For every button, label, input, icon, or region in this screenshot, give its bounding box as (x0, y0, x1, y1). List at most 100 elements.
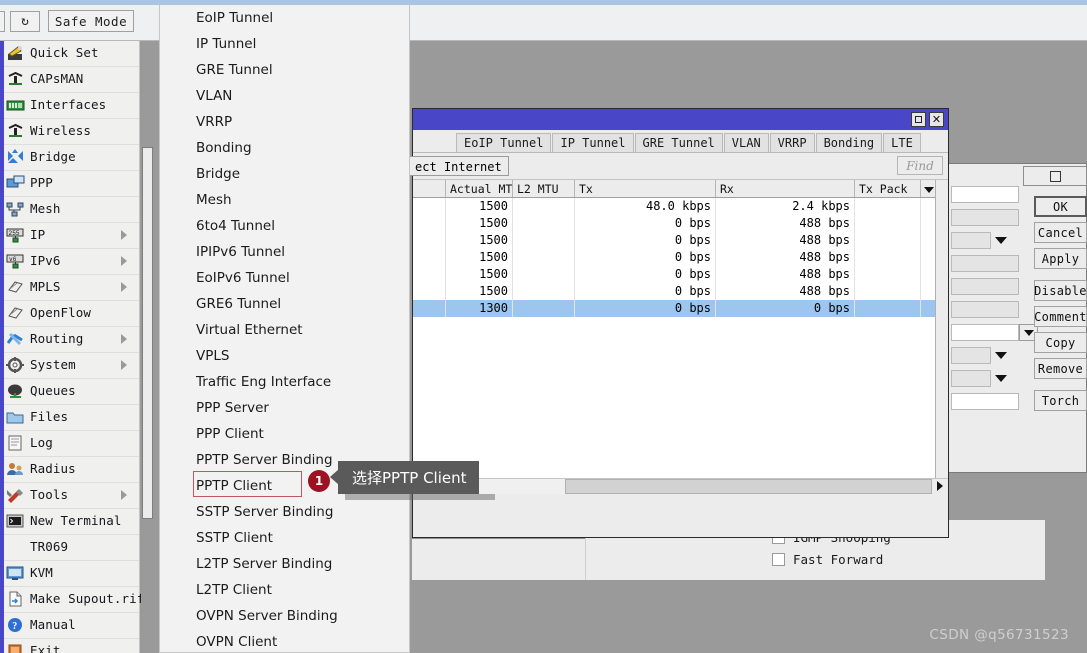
sidebar-item-tr069[interactable]: TR069 (0, 535, 139, 561)
tab-gre-tunnel[interactable]: GRE Tunnel (634, 133, 723, 152)
sidebar-item-mesh[interactable]: Mesh (0, 197, 139, 223)
table-row[interactable]: 1500 0 bps 488 bps (413, 249, 948, 266)
chevron-down-icon-2[interactable] (995, 352, 1007, 359)
checkbox-fast-forward[interactable]: Fast Forward (772, 552, 883, 567)
disable-button[interactable]: Disable (1034, 280, 1087, 301)
menu-item-ipipv6-tunnel[interactable]: IPIPv6 Tunnel (160, 239, 409, 265)
chevron-down-icon-3[interactable] (995, 375, 1007, 382)
remove-button[interactable]: Remove (1034, 358, 1087, 379)
connect-internet-button[interactable]: ect Internet (408, 156, 509, 176)
menu-item-6to4-tunnel[interactable]: 6to4 Tunnel (160, 213, 409, 239)
sidebar-item-openflow[interactable]: OpenFlow (0, 301, 139, 327)
menu-item-gre-tunnel[interactable]: GRE Tunnel (160, 57, 409, 83)
menu-item-ovpn-server-binding[interactable]: OVPN Server Binding (160, 603, 409, 629)
table-column-header-actual-mtu[interactable]: Actual MTU (446, 180, 513, 197)
sidebar-item-capsman[interactable]: CAPsMAN (0, 67, 139, 93)
menu-item-eoipv6-tunnel[interactable]: EoIPv6 Tunnel (160, 265, 409, 291)
menu-item-l2tp-client[interactable]: L2TP Client (160, 577, 409, 603)
table-row[interactable]: 1500 0 bps 488 bps (413, 232, 948, 249)
table-column-header-rx[interactable]: Rx (716, 180, 855, 197)
sidebar-item-quick-set[interactable]: Quick Set (0, 41, 139, 67)
tab-lte[interactable]: LTE (883, 133, 921, 152)
sidebar-item-manual[interactable]: ? Manual (0, 613, 139, 639)
sidebar-item-queues[interactable]: Queues (0, 379, 139, 405)
table-row[interactable]: 1300 0 bps 0 bps (413, 300, 948, 317)
chevron-down-icon[interactable] (995, 237, 1007, 244)
copy-button[interactable]: Copy (1034, 332, 1087, 353)
menu-item-sstp-server-binding[interactable]: SSTP Server Binding (160, 499, 409, 525)
table-row[interactable]: 1500 48.0 kbps 2.4 kbps (413, 198, 948, 215)
table-column-header-l2-mtu[interactable]: L2 MTU (513, 180, 575, 197)
menu-item-bridge[interactable]: Bridge (160, 161, 409, 187)
menu-item-vrrp[interactable]: VRRP (160, 109, 409, 135)
sidebar-item-new-terminal[interactable]: New Terminal (0, 509, 139, 535)
menu-item-vpls[interactable]: VPLS (160, 343, 409, 369)
tab-ip-tunnel[interactable]: IP Tunnel (552, 133, 634, 152)
sidebar-item-system[interactable]: System (0, 353, 139, 379)
field-row-7[interactable] (951, 324, 1038, 341)
menu-item-ppp-server[interactable]: PPP Server (160, 395, 409, 421)
sidebar-item-make-supout-rif[interactable]: Make Supout.rif (0, 587, 144, 613)
field-row-10[interactable] (951, 393, 1019, 410)
table-horizontal-scrollbar[interactable] (413, 478, 948, 494)
menu-item-mesh[interactable]: Mesh (160, 187, 409, 213)
sidebar-item-bridge[interactable]: Bridge (0, 145, 139, 171)
sidebar-item-ppp[interactable]: PPP (0, 171, 139, 197)
field-row-9[interactable] (951, 370, 1007, 387)
menu-item-ppp-client[interactable]: PPP Client (160, 421, 409, 447)
tab-eoip-tunnel[interactable]: EoIP Tunnel (456, 133, 552, 152)
menu-item-ovpn-client[interactable]: OVPN Client (160, 629, 409, 652)
refresh-icon[interactable]: ↻ (10, 11, 40, 32)
table-row[interactable]: 1500 0 bps 488 bps (413, 266, 948, 283)
hscroll-right-arrow-icon[interactable] (932, 478, 948, 494)
field-row-8[interactable] (951, 347, 1007, 364)
table-column-header-blank[interactable] (413, 180, 446, 197)
find-input[interactable]: Find (897, 156, 943, 175)
interface-window-titlebar[interactable]: ✕ (413, 109, 948, 130)
menu-item-ip-tunnel[interactable]: IP Tunnel (160, 31, 409, 57)
apply-button[interactable]: Apply (1034, 248, 1087, 269)
tab-bonding[interactable]: Bonding (815, 133, 883, 152)
menu-item-sstp-client[interactable]: SSTP Client (160, 525, 409, 551)
field-row-1[interactable] (951, 186, 1019, 203)
hscroll-thumb[interactable] (565, 478, 932, 494)
menu-item-traffic-eng-interface[interactable]: Traffic Eng Interface (160, 369, 409, 395)
sidebar-item-ip[interactable]: 255 IP (0, 223, 139, 249)
sidebar-item-mpls[interactable]: MPLS (0, 275, 139, 301)
tab-vlan[interactable]: VLAN (723, 133, 769, 152)
menu-item-eoip-tunnel[interactable]: EoIP Tunnel (160, 5, 409, 31)
table-column-header-tx[interactable]: Tx (575, 180, 716, 197)
sidebar-item-log[interactable]: Log (0, 431, 139, 457)
field-row-3[interactable] (951, 232, 1007, 249)
menu-item-gre6-tunnel[interactable]: GRE6 Tunnel (160, 291, 409, 317)
maximize-icon[interactable] (911, 112, 926, 127)
tab-vrrp[interactable]: VRRP (769, 133, 815, 152)
field-row-2[interactable] (951, 209, 1019, 226)
table-vertical-scrollbar[interactable] (935, 180, 948, 478)
sidebar-scrollbar-thumb[interactable] (142, 147, 153, 519)
sidebar-item-tools[interactable]: Tools (0, 483, 139, 509)
field-row-4[interactable] (951, 255, 1019, 272)
sidebar-item-files[interactable]: Files (0, 405, 139, 431)
sidebar-item-kvm[interactable]: KVM (0, 561, 139, 587)
restore-icon[interactable] (1049, 170, 1061, 182)
close-icon[interactable]: ✕ (929, 112, 944, 127)
checkbox-box-fast[interactable] (772, 553, 785, 566)
sidebar-item-exit[interactable]: Exit (0, 639, 139, 653)
table-column-header-tx-pack[interactable]: Tx Pack (855, 180, 921, 197)
sidebar-item-wireless[interactable]: Wireless (0, 119, 139, 145)
menu-item-bonding[interactable]: Bonding (160, 135, 409, 161)
menu-item-vlan[interactable]: VLAN (160, 83, 409, 109)
menu-item-virtual-ethernet[interactable]: Virtual Ethernet (160, 317, 409, 343)
cancel-button[interactable]: Cancel (1034, 222, 1087, 243)
sidebar-item-interfaces[interactable]: Interfaces (0, 93, 139, 119)
torch-button[interactable]: Torch (1034, 390, 1087, 411)
table-row[interactable]: 1500 0 bps 488 bps (413, 215, 948, 232)
comment-button[interactable]: Comment (1034, 306, 1087, 327)
sidebar-item-ipv6[interactable]: v6 IPv6 (0, 249, 139, 275)
properties-dialog-titlebar[interactable] (1023, 166, 1087, 186)
field-row-6[interactable] (951, 301, 1019, 318)
field-row-5[interactable] (951, 278, 1019, 295)
safe-mode-button[interactable]: Safe Mode (48, 10, 134, 32)
ok-button[interactable]: OK (1034, 196, 1087, 217)
